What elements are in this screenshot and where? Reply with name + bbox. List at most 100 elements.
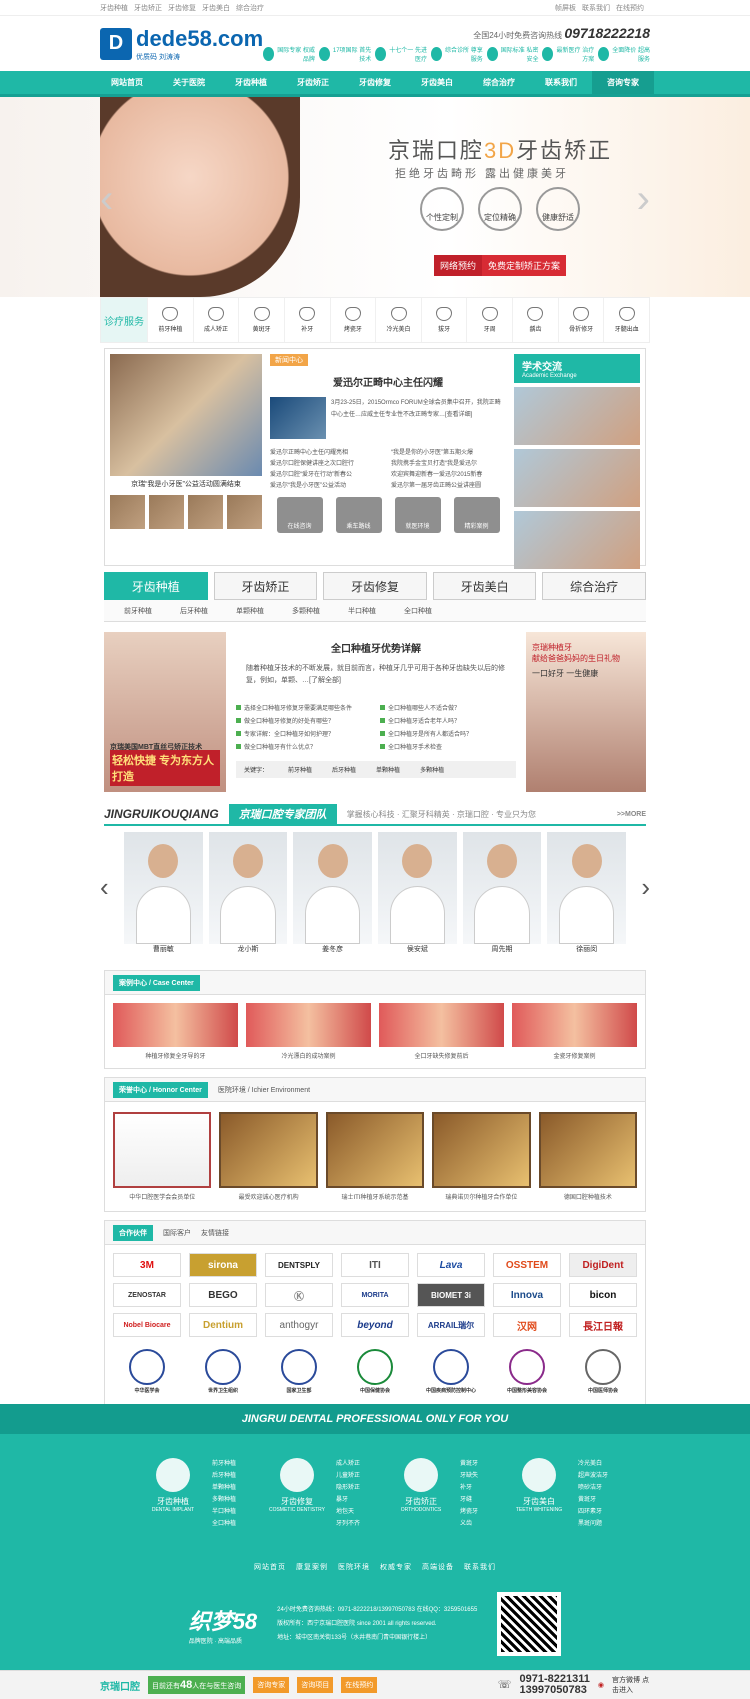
- implant-title[interactable]: 全口种植牙优势详解: [236, 640, 516, 655]
- service-item[interactable]: 烤瓷牙: [329, 298, 376, 342]
- service-item[interactable]: 骨折修牙: [557, 298, 604, 342]
- news-link[interactable]: 我院携手金宝贝打造“我是爱迅尔: [391, 458, 506, 467]
- nav-repair[interactable]: 牙齿修复: [344, 71, 406, 94]
- news-link[interactable]: 爱迅尔“我是小牙医”公益活动: [270, 480, 385, 489]
- faq-link[interactable]: 做全口种植牙修复的好处有哪些？: [236, 716, 372, 725]
- footer-nav-link[interactable]: 康复案例: [296, 1564, 328, 1571]
- footer-link[interactable]: 半口种植: [212, 1506, 236, 1518]
- tab-implant[interactable]: 牙齿种植: [104, 572, 208, 600]
- nav-contact[interactable]: 联系我们: [530, 71, 592, 94]
- consult-project-button[interactable]: 咨询项目: [297, 1677, 334, 1693]
- footer-link[interactable]: 黄斑牙: [460, 1458, 478, 1470]
- footer-nav-link[interactable]: 网站首页: [254, 1564, 286, 1571]
- doctor-card[interactable]: 徐丽闵: [547, 832, 627, 954]
- doctor-card[interactable]: 周先期: [462, 832, 542, 954]
- service-item[interactable]: 成人矫正: [192, 298, 239, 342]
- footer-link[interactable]: 隐形矫正: [336, 1482, 360, 1494]
- thumbnail[interactable]: [188, 495, 223, 529]
- chevron-left-icon[interactable]: ‹: [100, 872, 109, 903]
- partner-logo[interactable]: 長江日報: [569, 1313, 637, 1337]
- service-item[interactable]: 补牙: [283, 298, 330, 342]
- footer-category-heading[interactable]: 牙齿种植 DENTAL IMPLANT: [142, 1458, 204, 1530]
- honor-item[interactable]: 瑞士ITI种植牙系统示范基: [325, 1112, 425, 1201]
- chevron-right-icon[interactable]: ›: [637, 177, 650, 222]
- news-link[interactable]: 欢迎宾舞迎新春一爱迅尔2015新春: [391, 469, 506, 478]
- footer-category-heading[interactable]: 牙齿美白 TEETH WHITENING: [508, 1458, 570, 1530]
- academic-photo[interactable]: [514, 449, 640, 507]
- subtab[interactable]: 单颗种植: [236, 606, 264, 616]
- service-item[interactable]: 拔牙: [420, 298, 467, 342]
- footer-link[interactable]: 多颗种植: [212, 1494, 236, 1506]
- service-item[interactable]: 牙周: [466, 298, 512, 342]
- subtab[interactable]: 后牙种植: [180, 606, 208, 616]
- banner-cta[interactable]: 网络预约 免费定制矫正方案: [434, 255, 567, 276]
- top-link[interactable]: 联系我们: [582, 5, 610, 12]
- partner-logo[interactable]: anthogyr: [265, 1313, 333, 1337]
- academic-photo[interactable]: [514, 511, 640, 569]
- case-heading[interactable]: 案例中心 / Case Center: [113, 974, 200, 991]
- news-link[interactable]: “我是是你的小牙医”第五期火爆: [391, 447, 506, 456]
- footer-link[interactable]: 全口种植: [212, 1518, 236, 1530]
- faq-link[interactable]: 做全口种植牙有什么优点？: [236, 742, 372, 751]
- partner-logo[interactable]: MORITA: [341, 1283, 409, 1307]
- partner-logo[interactable]: DENTSPLY: [265, 1253, 333, 1277]
- tab-partners[interactable]: 合作伙伴: [113, 1224, 153, 1241]
- footer-link[interactable]: 烤瓷牙: [460, 1506, 478, 1518]
- nav-general[interactable]: 综合治疗: [468, 71, 530, 94]
- footer-link[interactable]: 补牙: [460, 1482, 478, 1494]
- org-logo[interactable]: 中国医师协会: [569, 1343, 637, 1399]
- faq-link[interactable]: 全口种植牙是所有人都适合吗？: [380, 729, 516, 738]
- partner-logo[interactable]: 汉网: [493, 1313, 561, 1337]
- subtab[interactable]: 多颗种植: [292, 606, 320, 616]
- partner-logo[interactable]: Ⓚ: [265, 1283, 333, 1307]
- faq-link[interactable]: 全口种植哪些人不适合做？: [380, 703, 516, 712]
- academic-photo[interactable]: [514, 387, 640, 445]
- chat-bubble-icon[interactable]: 在线咨询: [276, 497, 323, 533]
- top-link[interactable]: 综合治疗: [236, 5, 264, 12]
- thumbnail[interactable]: [149, 495, 184, 529]
- building-icon[interactable]: 就医环境: [394, 497, 441, 533]
- footer-link[interactable]: 喷砂洁牙: [578, 1482, 608, 1494]
- doctor-card[interactable]: 龙小斯: [208, 832, 288, 954]
- org-logo[interactable]: 中国疾病预防控制中心: [417, 1343, 485, 1399]
- thumbnail[interactable]: [110, 495, 145, 529]
- service-item[interactable]: 黄斑牙: [238, 298, 284, 342]
- partner-logo[interactable]: DigiDent: [569, 1253, 637, 1277]
- footer-nav-link[interactable]: 医院环境: [338, 1564, 370, 1571]
- tab-clients[interactable]: 国际客户: [163, 1228, 191, 1238]
- event-photo[interactable]: [110, 354, 262, 476]
- subtab[interactable]: 前牙种植: [124, 606, 152, 616]
- tab-links[interactable]: 友情链接: [201, 1228, 229, 1238]
- footer-link[interactable]: 单颗种植: [212, 1482, 236, 1494]
- hero-banner[interactable]: ‹ › 京瑞口腔3D牙齿矫正 拒绝牙齿畸形 露出健康美牙 个性定制 定位精确 健…: [0, 97, 750, 297]
- partner-logo[interactable]: 3M: [113, 1253, 181, 1277]
- footer-nav-link[interactable]: 高端设备: [422, 1564, 454, 1571]
- footer-link[interactable]: 黄斑牙: [578, 1494, 608, 1506]
- news-link[interactable]: 爱迅尔正畸中心主任闪耀亮相: [270, 447, 385, 456]
- news-link[interactable]: 爱迅尔第一届牙齿正畸公益讲座圆: [391, 480, 506, 489]
- case-item[interactable]: 冷光漂白的成功案例: [246, 1003, 371, 1060]
- footer-link[interactable]: 地包天: [336, 1506, 360, 1518]
- site-logo[interactable]: D dede58.com 优质码 刘涛涛: [100, 26, 263, 62]
- footer-link[interactable]: 黑斑问题: [578, 1518, 608, 1530]
- case-item[interactable]: 种植牙修复全牙导的牙: [113, 1003, 238, 1060]
- honor-tab[interactable]: 荣誉中心 / Honnor Center: [113, 1081, 208, 1098]
- footer-link[interactable]: 后牙种植: [212, 1470, 236, 1482]
- footer-category-heading[interactable]: 牙齿矫正 ORTHODONTICS: [390, 1458, 452, 1530]
- weibo-icon[interactable]: ◉: [598, 1681, 604, 1689]
- more-link[interactable]: >>MORE: [617, 811, 646, 818]
- service-item[interactable]: 牙髓出血: [603, 298, 649, 342]
- doctor-card[interactable]: 侯安斌: [378, 832, 457, 954]
- tab-repair[interactable]: 牙齿修复: [323, 572, 427, 600]
- org-logo[interactable]: 中国保健协会: [341, 1343, 409, 1399]
- nav-ortho[interactable]: 牙齿矫正: [282, 71, 344, 94]
- faq-link[interactable]: 选择全口种植牙修复牙需要满足哪些条件: [236, 703, 372, 712]
- honor-item[interactable]: 瑞典诺贝尔种植牙合作单位: [432, 1112, 531, 1201]
- case-item[interactable]: 全口牙缺失修复前后: [379, 1003, 504, 1060]
- implant-promo-left[interactable]: 京瑞美国MBT直丝弓矫正技术 轻松快捷 专为东方人打造: [104, 632, 226, 792]
- partner-logo[interactable]: Lava: [417, 1253, 485, 1277]
- tab-general[interactable]: 综合治疗: [542, 572, 646, 600]
- partner-logo[interactable]: Innova: [493, 1283, 561, 1307]
- thumbnail[interactable]: [227, 495, 262, 529]
- chevron-left-icon[interactable]: ‹: [100, 177, 113, 222]
